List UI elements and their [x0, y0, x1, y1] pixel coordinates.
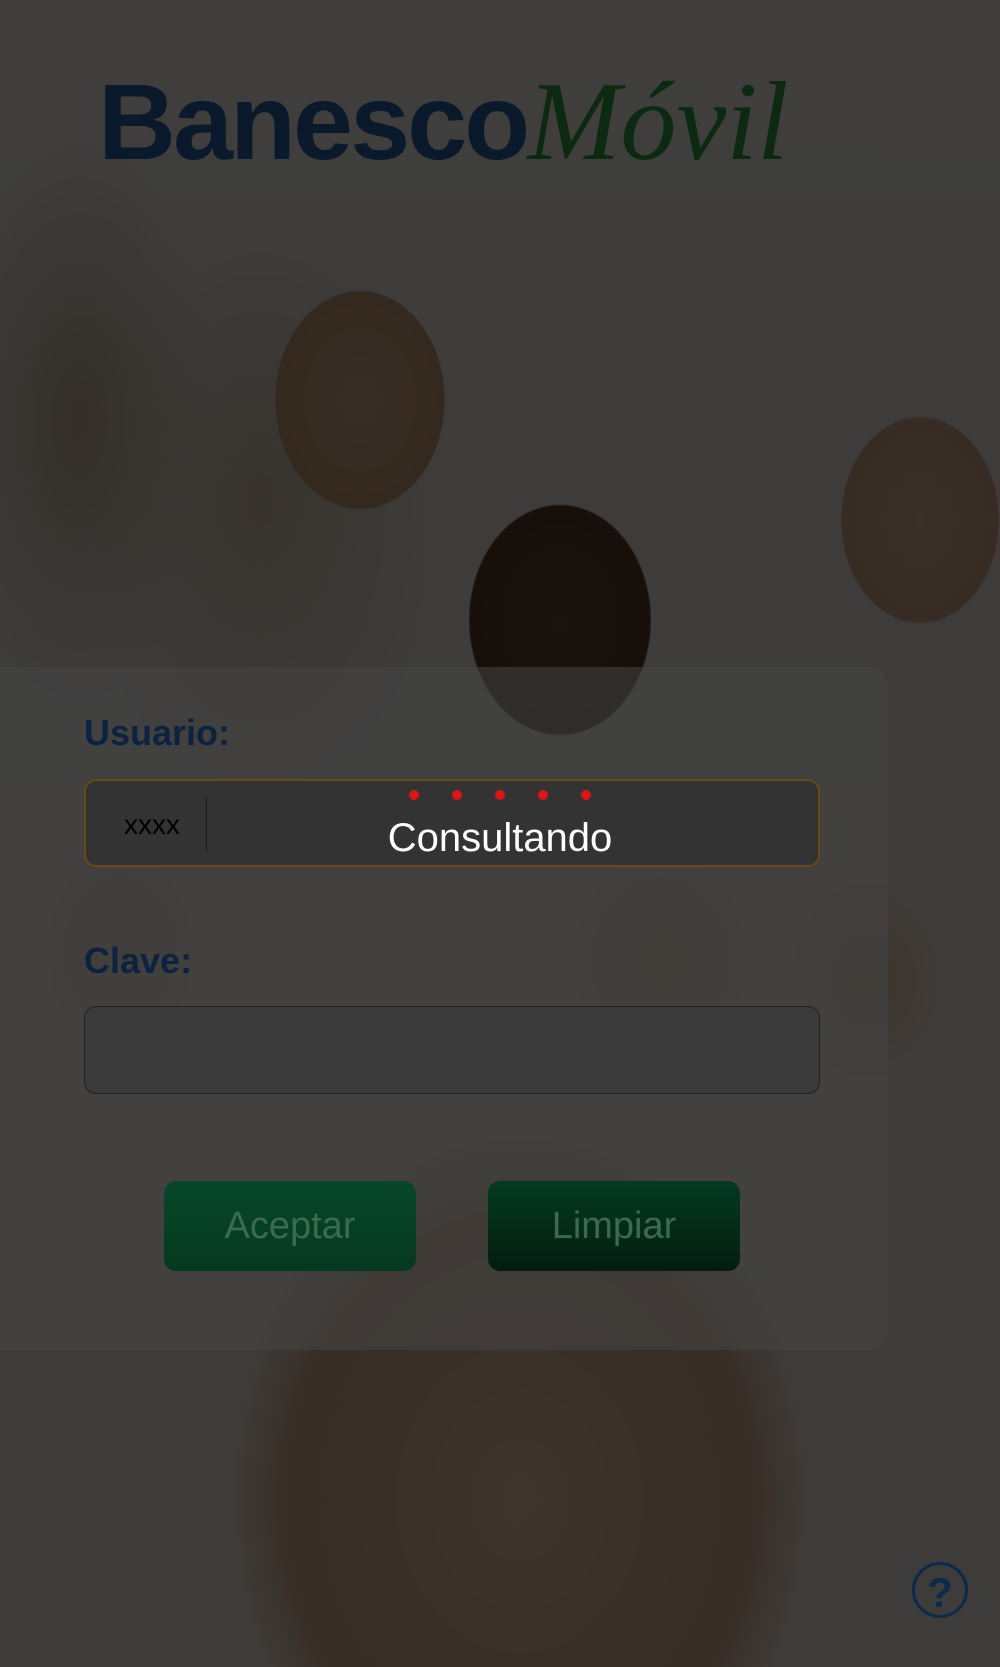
logo-banesco-text: Banesco — [98, 61, 530, 182]
user-prefix: xxxx — [124, 809, 180, 840]
banesco-movil-logo: BanescoMóvil — [98, 58, 788, 184]
loading-dot — [409, 790, 419, 800]
help-icon[interactable]: ? — [912, 1562, 968, 1618]
loading-text: Consultando — [387, 816, 613, 860]
password-label: Clave: — [84, 940, 193, 981]
accept-button[interactable]: Aceptar — [164, 1181, 416, 1271]
clear-button[interactable]: Limpiar — [488, 1181, 740, 1271]
loading-dot — [495, 790, 505, 800]
loading-dot — [452, 790, 462, 800]
loading-dots — [360, 790, 640, 802]
loading-dot — [581, 790, 591, 800]
loading-indicator: Consultando — [360, 790, 640, 861]
user-label: Usuario: — [84, 712, 231, 753]
loading-dot — [538, 790, 548, 800]
logo-movil-text: Móvil — [527, 60, 789, 184]
user-field-divider — [206, 797, 207, 853]
login-screen: BanescoMóvil Usuario: xxxx Clave: Acepta… — [0, 0, 1000, 1667]
password-field[interactable] — [84, 1006, 820, 1094]
